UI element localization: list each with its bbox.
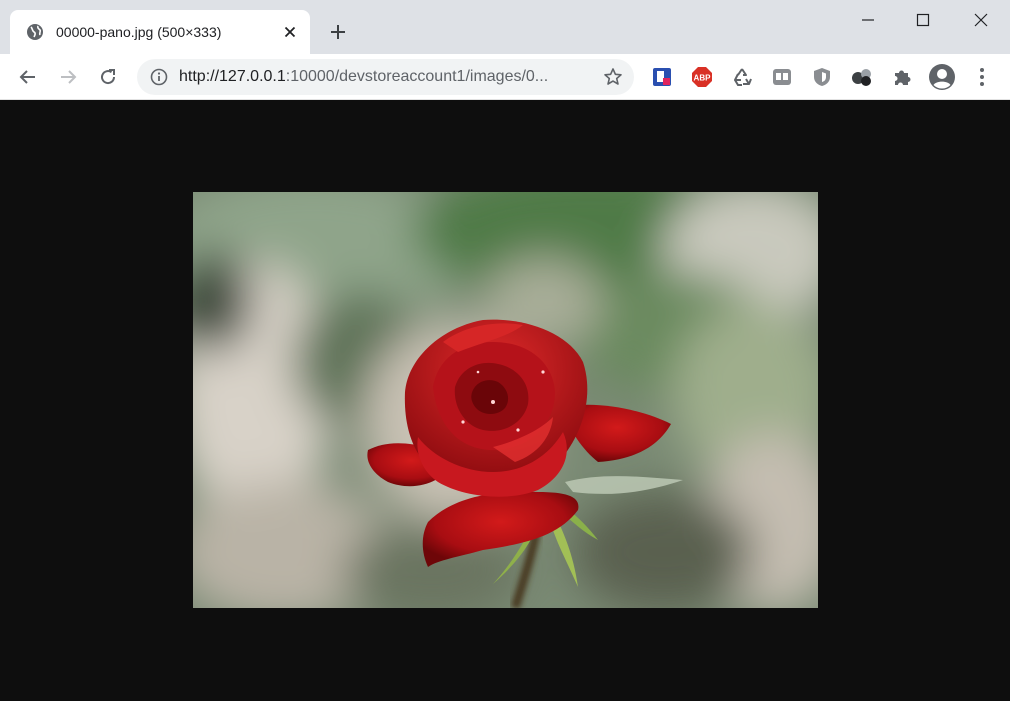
- window-close-icon[interactable]: [966, 6, 996, 34]
- browser-window: 00000-pano.jpg (500×333) http://127.0.0.…: [0, 0, 1010, 701]
- bookmark-star-icon[interactable]: [602, 66, 624, 88]
- address-bar[interactable]: http://127.0.0.1:10000/devstoreaccount1/…: [137, 59, 634, 95]
- tiles-extension-icon[interactable]: [770, 65, 794, 89]
- tab-close-icon[interactable]: [278, 20, 302, 44]
- recycle-icon[interactable]: [730, 65, 754, 89]
- url-host: http://127.0.0.1: [179, 68, 286, 85]
- page-content: [0, 100, 1010, 701]
- forward-button[interactable]: [54, 63, 82, 91]
- adblock-label: ABP: [694, 74, 712, 83]
- shield-icon[interactable]: [810, 65, 834, 89]
- url-path: :10000/devstoreaccount1/images/0...: [285, 68, 549, 85]
- url-text[interactable]: http://127.0.0.1:10000/devstoreaccount1/…: [179, 68, 587, 86]
- back-button[interactable]: [14, 63, 42, 91]
- tab-title: 00000-pano.jpg (500×333): [56, 24, 222, 40]
- minimize-icon[interactable]: [853, 6, 883, 34]
- circles-extension-icon[interactable]: [850, 65, 874, 89]
- active-tab[interactable]: 00000-pano.jpg (500×333): [10, 10, 310, 54]
- tab-strip: 00000-pano.jpg (500×333): [0, 0, 1010, 54]
- adblock-icon[interactable]: ABP: [690, 65, 714, 89]
- red-rose-photo[interactable]: [193, 192, 818, 608]
- reload-button[interactable]: [94, 63, 122, 91]
- maximize-icon[interactable]: [908, 6, 938, 34]
- new-tab-button[interactable]: [326, 20, 350, 44]
- globe-icon: [26, 23, 44, 41]
- site-info-icon[interactable]: [149, 67, 169, 87]
- puzzle-icon[interactable]: [890, 65, 914, 89]
- bookmark-extension-icon[interactable]: [650, 65, 674, 89]
- browser-toolbar: http://127.0.0.1:10000/devstoreaccount1/…: [0, 54, 1010, 100]
- more-menu-icon[interactable]: [970, 65, 994, 89]
- profile-icon[interactable]: [928, 63, 956, 91]
